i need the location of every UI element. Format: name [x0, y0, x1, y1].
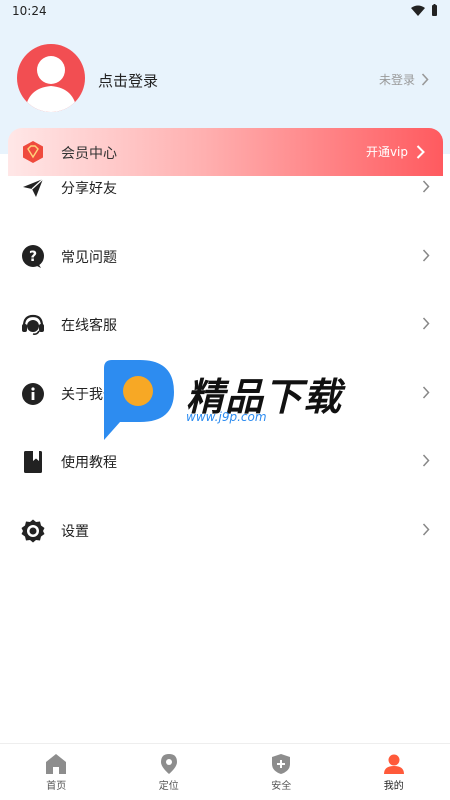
- tab-label: 安全: [271, 780, 292, 792]
- status-time: 10:24: [12, 4, 47, 18]
- tab-label: 首页: [46, 780, 67, 792]
- menu-item-share[interactable]: 分享好友: [0, 154, 450, 223]
- menu-item-settings[interactable]: 设置: [0, 497, 450, 566]
- tab-label: 我的: [383, 780, 404, 792]
- chevron-right-icon: [422, 454, 430, 467]
- menu-item-label: 常见问题: [61, 249, 117, 266]
- bottom-tab-bar: 首页 定位 安全 我的: [0, 743, 450, 800]
- menu-item-label: 在线客服: [61, 318, 117, 334]
- chevron-right-icon: [421, 73, 429, 86]
- shield-icon: [272, 753, 291, 774]
- login-status-text: 未登录: [378, 73, 415, 87]
- system-icons: [411, 4, 438, 16]
- send-icon: [23, 178, 44, 197]
- location-icon: [160, 753, 177, 774]
- login-status[interactable]: 未登录: [379, 71, 429, 88]
- avatar[interactable]: [17, 44, 85, 112]
- tab-location[interactable]: 定位: [113, 744, 226, 800]
- menu-item-label: 设置: [61, 523, 89, 540]
- question-icon: ?: [22, 244, 44, 268]
- book-icon: [24, 451, 42, 473]
- battery-icon: [432, 4, 437, 16]
- chevron-right-icon: [422, 180, 430, 193]
- status-bar: 10:24: [0, 0, 450, 22]
- svg-text:?: ?: [29, 249, 37, 265]
- watermark-url: www.j9p.com: [186, 410, 267, 424]
- tab-home[interactable]: 首页: [0, 744, 113, 800]
- headset-icon: [22, 314, 44, 335]
- chevron-right-icon: [422, 317, 430, 330]
- watermark-logo-icon: [104, 360, 174, 440]
- chevron-right-icon: [422, 248, 430, 262]
- tab-label: 定位: [158, 780, 179, 792]
- info-icon: [22, 382, 44, 405]
- chevron-right-icon: [422, 385, 430, 399]
- home-icon: [46, 753, 67, 774]
- tab-security[interactable]: 安全: [225, 744, 338, 800]
- user-icon: [383, 754, 404, 774]
- chevron-right-icon: [422, 522, 430, 536]
- watermark-overlay: 精品下载 www.j9p.com: [100, 358, 360, 442]
- wifi-icon: [411, 5, 425, 16]
- profile-header: 点击登录 未登录 会员中心 开通vip: [0, 22, 450, 176]
- menu-item-faq[interactable]: ? 常见问题: [0, 223, 450, 292]
- menu-item-label: 分享好友: [61, 181, 117, 197]
- gear-icon: [21, 519, 45, 542]
- menu-item-label: 使用教程: [61, 455, 117, 471]
- login-prompt[interactable]: 点击登录: [98, 70, 158, 91]
- menu-item-support[interactable]: 在线客服: [0, 291, 450, 360]
- avatar-user-icon: [25, 56, 77, 112]
- tab-mine[interactable]: 我的: [338, 744, 450, 800]
